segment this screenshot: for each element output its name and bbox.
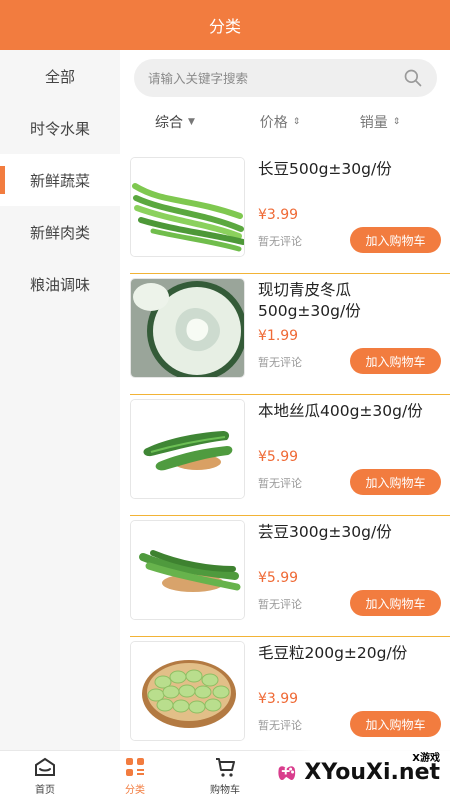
watermark-text: X游戏 XYouXi.net <box>304 753 440 787</box>
product-price: ¥3.99 <box>258 691 299 707</box>
sidebar-item-grain-oil-seasoning[interactable]: 粮油调味 <box>0 258 120 310</box>
edamame-image <box>131 642 244 740</box>
category-icon <box>126 758 144 776</box>
sort-bar: 综合 ▼ 价格 ⇕ 销量 ⇕ <box>120 106 450 138</box>
sort-label: 价格 <box>259 115 288 131</box>
product-image-long-bean[interactable] <box>130 157 245 257</box>
product-image-kidney-bean[interactable] <box>130 520 245 620</box>
product-item[interactable]: 毛豆粒200g±20g/份 ¥3.99 暂无评论 加入购物车 <box>130 637 450 750</box>
add-to-cart-button[interactable]: 加入购物车 <box>350 469 441 495</box>
sidebar-item-label: 新鲜肉类 <box>29 223 90 242</box>
watermark-small-text: X游戏 <box>412 752 440 764</box>
page-title: 分类 <box>208 17 241 36</box>
sidebar-item-label: 粮油调味 <box>29 275 90 294</box>
sidebar-item-all[interactable]: 全部 <box>0 50 120 102</box>
product-price: ¥3.99 <box>258 207 299 223</box>
product-reviews: 暂无评论 <box>258 719 302 732</box>
gamepad-logo-icon <box>278 766 296 781</box>
long-bean-image <box>131 158 244 256</box>
watermark: X游戏 XYouXi.net <box>275 745 450 800</box>
sort-label: 综合 <box>155 115 184 131</box>
sort-icon: ⇕ <box>292 117 301 127</box>
sort-label: 销量 <box>359 115 388 131</box>
sidebar-item-fresh-vegetables[interactable]: 新鲜蔬菜 <box>0 154 120 206</box>
tab-label: 购物车 <box>210 785 240 796</box>
sidebar-item-label: 全部 <box>44 67 75 86</box>
sidebar-item-fresh-meat[interactable]: 新鲜肉类 <box>0 206 120 258</box>
search-icon[interactable] <box>403 68 423 88</box>
product-name: 芸豆300g±30g/份 <box>258 523 392 541</box>
sort-comprehensive[interactable]: 综合 ▼ <box>120 106 230 138</box>
top-header: 分类 <box>0 0 450 50</box>
search-bar[interactable] <box>134 59 437 97</box>
sort-sales[interactable]: 销量 ⇕ <box>330 106 430 138</box>
product-price: ¥5.99 <box>258 449 299 465</box>
sort-price[interactable]: 价格 ⇕ <box>230 106 330 138</box>
product-price: ¥1.99 <box>258 328 299 344</box>
product-price: ¥5.99 <box>258 570 299 586</box>
product-panel: 综合 ▼ 价格 ⇕ 销量 ⇕ 长豆500g±30g/份 <box>120 50 450 750</box>
product-reviews: 暂无评论 <box>258 477 302 490</box>
product-image-winter-melon[interactable] <box>130 278 245 378</box>
product-name: 长豆500g±30g/份 <box>258 160 392 178</box>
product-image-edamame[interactable] <box>130 641 245 741</box>
product-list: 长豆500g±30g/份 ¥3.99 暂无评论 加入购物车 现切青皮冬瓜 500… <box>130 153 450 750</box>
product-reviews: 暂无评论 <box>258 235 302 248</box>
product-item[interactable]: 芸豆300g±30g/份 ¥5.99 暂无评论 加入购物车 <box>130 516 450 637</box>
tab-label: 首页 <box>35 785 55 796</box>
sidebar-item-seasonal-fruits[interactable]: 时令水果 <box>0 102 120 154</box>
sidebar-item-label: 新鲜蔬菜 <box>29 171 90 190</box>
winter-melon-image <box>131 279 244 377</box>
product-item[interactable]: 现切青皮冬瓜 500g±30g/份 ¥1.99 暂无评论 加入购物车 <box>130 274 450 395</box>
product-image-loofah[interactable] <box>130 399 245 499</box>
product-reviews: 暂无评论 <box>258 356 302 369</box>
product-name: 现切青皮冬瓜 500g±30g/份 <box>258 281 361 320</box>
add-to-cart-button[interactable]: 加入购物车 <box>350 348 441 374</box>
caret-down-icon: ▼ <box>188 117 195 127</box>
product-name: 毛豆粒200g±20g/份 <box>258 644 408 662</box>
home-icon <box>35 757 55 776</box>
product-item[interactable]: 本地丝瓜400g±30g/份 ¥5.99 暂无评论 加入购物车 <box>130 395 450 516</box>
cart-icon <box>216 758 235 777</box>
sidebar-item-label: 时令水果 <box>29 119 90 138</box>
tab-category[interactable]: 分类 <box>90 751 180 800</box>
add-to-cart-button[interactable]: 加入购物车 <box>350 711 441 737</box>
add-to-cart-button[interactable]: 加入购物车 <box>350 590 441 616</box>
tab-label: 分类 <box>125 785 145 796</box>
category-sidebar: 全部 时令水果 新鲜蔬菜 新鲜肉类 粮油调味 <box>0 50 120 750</box>
search-input[interactable] <box>148 70 403 86</box>
tab-cart[interactable]: 购物车 <box>180 751 270 800</box>
loofah-image <box>131 400 244 498</box>
product-item[interactable]: 长豆500g±30g/份 ¥3.99 暂无评论 加入购物车 <box>130 153 450 274</box>
sort-icon: ⇕ <box>392 117 401 127</box>
tab-home[interactable]: 首页 <box>0 751 90 800</box>
kidney-bean-image <box>131 521 244 619</box>
product-reviews: 暂无评论 <box>258 598 302 611</box>
product-name: 本地丝瓜400g±30g/份 <box>258 402 423 420</box>
add-to-cart-button[interactable]: 加入购物车 <box>350 227 441 253</box>
